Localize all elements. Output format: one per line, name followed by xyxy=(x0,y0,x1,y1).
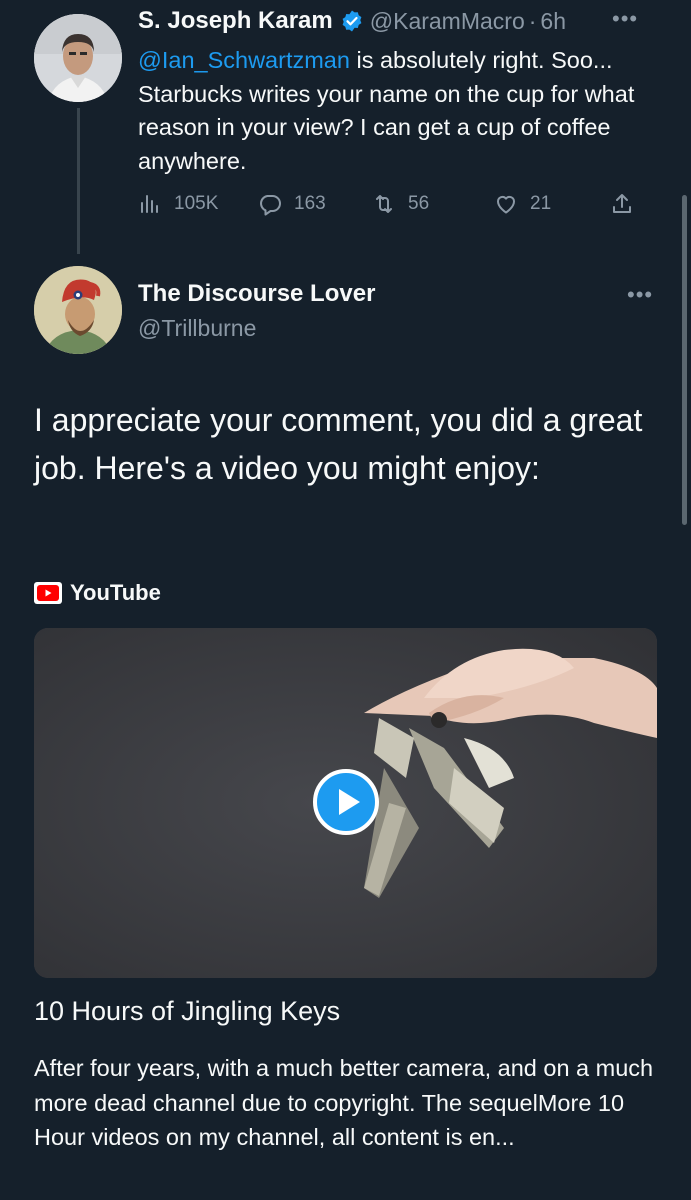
play-icon[interactable] xyxy=(313,769,379,835)
author-handle[interactable]: @KaramMacro xyxy=(370,8,525,35)
retweet-button[interactable]: 56 xyxy=(372,192,429,216)
more-icon[interactable]: ••• xyxy=(627,282,653,308)
retweet-count: 56 xyxy=(408,193,430,214)
avatar-discourse-lover[interactable] xyxy=(34,266,122,354)
author-name[interactable]: S. Joseph Karam xyxy=(138,7,333,35)
views-button[interactable]: 105K xyxy=(138,192,218,216)
like-count: 21 xyxy=(530,193,552,214)
card-description: After four years, with a much better cam… xyxy=(34,1055,654,1150)
avatar-karam[interactable] xyxy=(34,14,122,102)
mention-link[interactable]: @Ian_Schwartzman xyxy=(138,47,350,73)
share-icon xyxy=(613,194,631,213)
youtube-icon xyxy=(34,582,62,604)
card-source[interactable]: YouTube xyxy=(34,578,161,608)
author-name[interactable]: The Discourse Lover xyxy=(138,280,375,308)
thread-line xyxy=(77,108,80,254)
author-handle[interactable]: @Trillburne xyxy=(138,315,256,342)
card-source-label: YouTube xyxy=(70,580,161,605)
tweet1-header: S. Joseph Karam @KaramMacro · 6h xyxy=(138,6,566,36)
like-button[interactable]: 21 xyxy=(494,192,551,216)
tweet1-actions: 105K 163 56 21 xyxy=(138,192,658,224)
reply-count: 163 xyxy=(294,193,326,214)
analytics-icon xyxy=(141,195,158,213)
tweet-time[interactable]: 6h xyxy=(540,8,566,35)
more-icon[interactable]: ••• xyxy=(612,6,638,32)
heart-icon xyxy=(496,195,516,214)
reply-button[interactable]: 163 xyxy=(258,192,326,216)
separator-dot: · xyxy=(528,7,537,34)
verified-badge-icon xyxy=(342,10,362,32)
reply-icon xyxy=(260,195,281,216)
scrollbar[interactable] xyxy=(682,195,687,525)
card-title[interactable]: 10 Hours of Jingling Keys xyxy=(34,996,340,1027)
share-button[interactable] xyxy=(610,192,646,216)
views-count: 105K xyxy=(174,193,219,214)
retweet-icon xyxy=(376,195,392,213)
tweet1-text: @Ian_Schwartzman is absolutely right. So… xyxy=(138,44,668,178)
tweet2-text: I appreciate your comment, you did a gre… xyxy=(34,402,643,486)
